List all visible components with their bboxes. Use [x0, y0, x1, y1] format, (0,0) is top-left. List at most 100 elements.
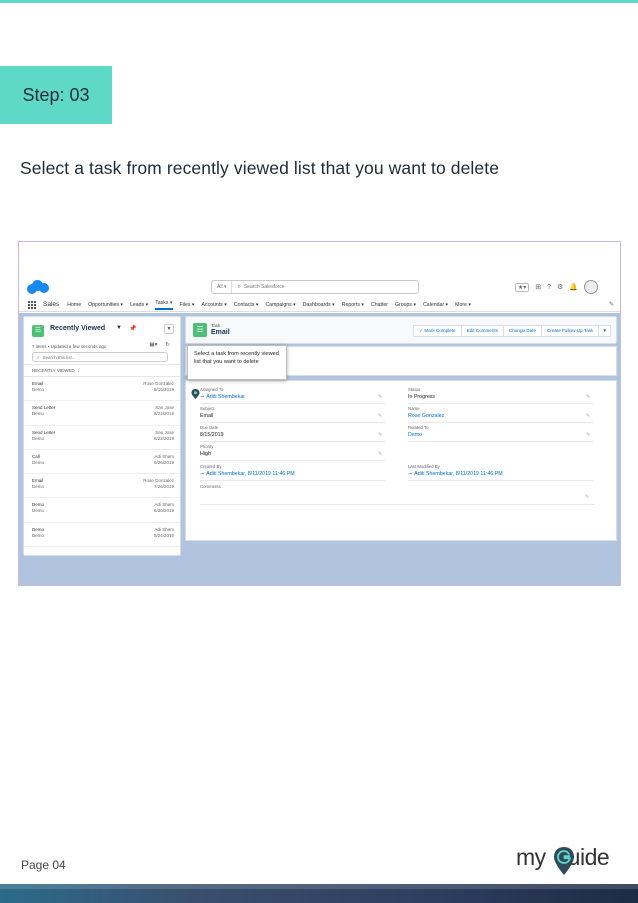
search-scope-dropdown[interactable]: All ▾: [212, 281, 233, 293]
sf-global-header: All ▾ ⌕ Search Salesforce ★▾ ⊞ ? ⚙ 🔔: [19, 242, 620, 297]
nav-groups[interactable]: Groups ▾: [395, 302, 416, 308]
nav-campaigns[interactable]: Campaigns ▾: [265, 302, 295, 308]
app-launcher-icon[interactable]: [28, 300, 36, 309]
nav-calendar[interactable]: Calendar ▾: [423, 302, 448, 308]
nav-opportunities[interactable]: Opportunities ▾: [88, 302, 123, 308]
nav-contacts[interactable]: Contacts ▾: [234, 302, 259, 308]
nav-dashboards[interactable]: Dashboards ▾: [303, 302, 335, 308]
row-date: 8/22/2019: [153, 435, 174, 441]
row-date: 7/26/2019: [153, 484, 174, 490]
row-subject: Email: [32, 381, 44, 386]
row-subject: Send Letter: [32, 405, 56, 411]
list-header: ☰ Recently Viewed ▼ 📌 ▼ 7 items • Update…: [24, 317, 180, 365]
nav-home[interactable]: Home: [67, 302, 81, 308]
status-value: In Progress: [408, 394, 436, 400]
field-label: Subject: [200, 406, 215, 411]
list-item[interactable]: Demo Demo Adi Shem 6/30/2019: [24, 498, 180, 523]
row-related: Demo: [32, 532, 45, 538]
notifications-bell-icon[interactable]: 🔔: [569, 283, 578, 291]
header-utility-icons: ★▾ ⊞ ? ⚙ 🔔: [514, 280, 598, 294]
edit-nav-pencil-icon[interactable]: ✎: [609, 301, 614, 308]
screenshot-frame: All ▾ ⌕ Search Salesforce ★▾ ⊞ ? ⚙ 🔔 Sal…: [18, 241, 621, 586]
record-name: Email: [211, 329, 230, 336]
assigned-to-link[interactable]: Aditi Shembekar: [206, 394, 245, 400]
mark-complete-button[interactable]: ✓ Mark Complete: [413, 325, 462, 337]
more-actions-chevron-down-icon[interactable]: ▼: [598, 325, 611, 337]
list-item[interactable]: Send Letter Demo San Jose 8/22/2019: [24, 401, 180, 426]
field-due-date: Due Date 8/15/2019 ✎: [200, 425, 385, 442]
page-number: Page 04: [21, 858, 66, 872]
field-label: Priority: [200, 444, 214, 449]
favorites-icon[interactable]: ★▾: [514, 282, 530, 292]
row-related: Demo: [32, 435, 45, 441]
row-related: Demo: [32, 411, 45, 417]
list-item[interactable]: Email Demo Rose Gonzalez 8/15/2019: [24, 377, 180, 402]
change-date-button[interactable]: Change Date: [502, 325, 543, 337]
sort-arrow-icon: ↓: [77, 368, 80, 373]
avatar[interactable]: [584, 280, 598, 294]
edit-pencil-icon[interactable]: ✎: [586, 413, 590, 419]
top-rule: [0, 0, 638, 3]
edit-pencil-icon[interactable]: ✎: [378, 413, 382, 419]
guide-tooltip: Select a task from recently viewed list …: [187, 345, 287, 380]
created-by-link[interactable]: Aditi Shembekar, 8/11/2019 11:46 PM: [206, 471, 294, 477]
refresh-icon[interactable]: ↻: [165, 342, 170, 348]
edit-pencil-icon[interactable]: ✎: [586, 394, 590, 400]
search-icon: ⌕: [37, 354, 40, 360]
step-badge: Step: 03: [0, 66, 112, 124]
row-subject: Send Letter: [32, 429, 56, 435]
nav-reports[interactable]: Reports ▾: [342, 302, 364, 308]
field-priority: Priority High ✎: [200, 444, 385, 461]
edit-pencil-icon[interactable]: ✎: [378, 451, 382, 457]
list-search-input[interactable]: ⌕ Search this list...: [32, 352, 168, 362]
edit-pencil-icon[interactable]: ✎: [378, 394, 382, 400]
field-label: Name: [408, 406, 420, 411]
related-to-link[interactable]: Demo: [408, 432, 428, 438]
global-search[interactable]: All ▾ ⌕ Search Salesforce: [211, 280, 419, 294]
chevron-down-icon[interactable]: ▼: [116, 325, 122, 331]
create-follow-up-task-button[interactable]: Create Follow-Up Task: [541, 325, 600, 337]
field-name: Name Rose Gonzalez ✎: [408, 406, 593, 423]
guide-beacon-icon[interactable]: [191, 389, 200, 399]
edit-pencil-icon[interactable]: ✎: [378, 432, 382, 438]
list-menu-button[interactable]: ▼: [164, 324, 174, 334]
sf-page-body: ☰ Recently Viewed ▼ 📌 ▼ 7 items • Update…: [19, 313, 620, 585]
global-actions-icon[interactable]: ⊞: [535, 283, 541, 291]
last-modified-link[interactable]: Aditi Shembekar, 8/11/2019 11:46 PM: [414, 471, 502, 477]
field-comments: Comments ✎: [200, 484, 595, 505]
nav-tasks[interactable]: Tasks ▾: [155, 300, 173, 310]
nav-accounts[interactable]: Accounts ▾: [202, 302, 227, 308]
list-item[interactable]: Call Demo Adi Shem 9/26/2019: [24, 450, 180, 475]
help-icon[interactable]: ?: [547, 284, 551, 291]
edit-pencil-icon[interactable]: ✎: [585, 494, 589, 500]
search-input[interactable]: Search Salesforce: [244, 284, 285, 290]
field-label: Last Modified By: [408, 464, 440, 469]
edit-comments-button[interactable]: Edit Comments: [460, 325, 504, 337]
setup-gear-icon[interactable]: ⚙: [557, 283, 563, 291]
list-item[interactable]: Demo Demo Adi Shem 5/24/2019: [24, 523, 180, 548]
row-date: 8/15/2019: [153, 387, 174, 392]
record-actions: ✓ Mark Complete Edit Comments Change Dat…: [413, 325, 611, 337]
pin-icon[interactable]: 📌: [129, 325, 136, 332]
list-view-title[interactable]: Recently Viewed: [50, 325, 105, 332]
salesforce-cloud-icon[interactable]: [27, 280, 49, 294]
nav-more[interactable]: More ▾: [455, 302, 471, 308]
list-item[interactable]: Email Demo Rose Gonzalez 7/26/2019: [24, 474, 180, 499]
row-date: 5/24/2019: [153, 532, 174, 538]
nav-chatter[interactable]: Chatter: [371, 302, 388, 308]
name-link[interactable]: Rose Gonzalez: [408, 413, 444, 419]
row-date: 9/26/2019: [153, 459, 174, 465]
column-header-label: RECENTLY VIEWED: [32, 368, 75, 373]
field-status: Status In Progress ✎: [408, 387, 593, 404]
row-name: Rose Gonzalez: [143, 478, 174, 484]
edit-pencil-icon[interactable]: ✎: [586, 432, 590, 438]
nav-files[interactable]: Files ▾: [180, 302, 195, 308]
list-item[interactable]: Send Letter Demo San Jose 8/22/2019: [24, 426, 180, 450]
list-column-header[interactable]: RECENTLY VIEWED ↓: [24, 365, 180, 377]
field-label: Created By: [200, 464, 222, 469]
nav-leads[interactable]: Leads ▾: [130, 302, 148, 308]
field-related-to: Related To Demo ✎: [408, 425, 593, 442]
display-as-icon[interactable]: ▦▾: [149, 342, 157, 348]
row-subject: Email: [32, 478, 44, 484]
row-name: Adi Shem: [154, 526, 174, 532]
